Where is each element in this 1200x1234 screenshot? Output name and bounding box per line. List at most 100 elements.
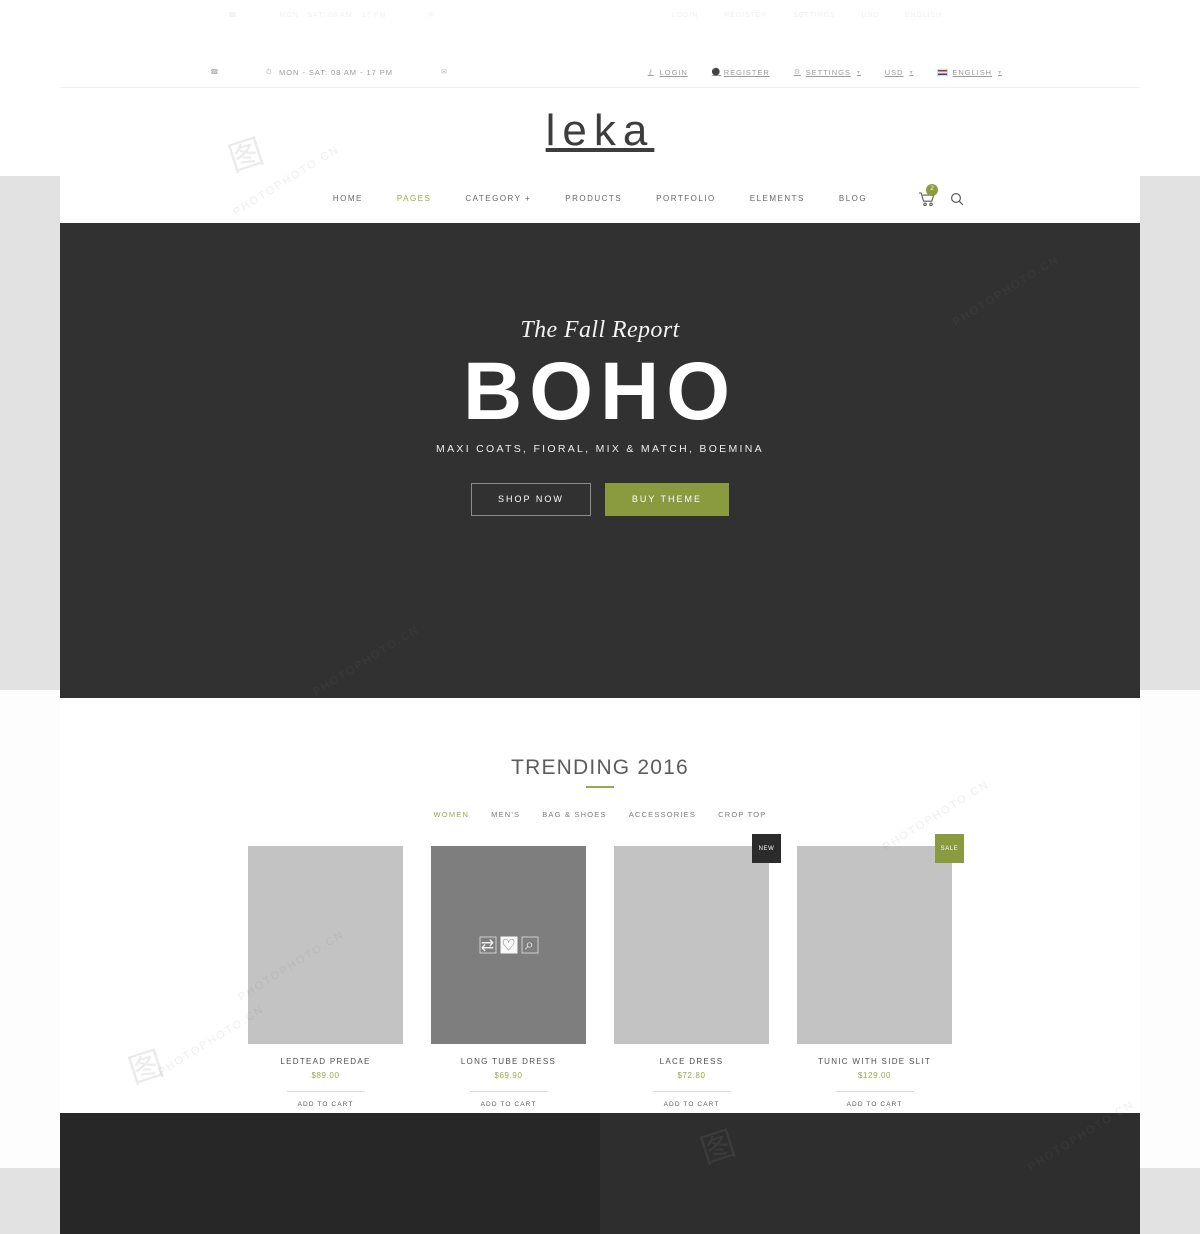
hero-cta-group: SHOP NOW BUY THEME (470, 482, 730, 516)
product-filter-tabs: WOMEN MEN'S BAG & SHOES ACCESSORIES CROP… (60, 810, 1140, 819)
title-underline (586, 786, 614, 788)
currency-label: USD (884, 68, 904, 77)
product-card[interactable]: LEDTEAD PREDAE $89.00 ADD TO CART (248, 846, 403, 1127)
product-thumbnail[interactable] (797, 846, 952, 1044)
product-name: LEDTEAD PREDAE (280, 1057, 371, 1066)
nav-item-elements[interactable]: ELEMENTS (733, 194, 822, 203)
search-icon[interactable]: ⌕ (521, 936, 538, 954)
register-link[interactable]: ⚫ REGISTER (712, 68, 770, 77)
product-hover-actions: ⇄ ♡ ⌕ (479, 936, 538, 954)
key-icon: ⚷ (647, 68, 654, 76)
flag-icon (937, 69, 949, 76)
product-card[interactable]: ⇄ ♡ ⌕ LONG TUBE DRESS $69.90 ADD TO CART (431, 846, 586, 1127)
nav-item-category[interactable]: CATEGORY + (448, 194, 548, 203)
topbar-links-group: ⚷ LOGIN ⚫ REGISTER ⚙ SETTINGS ▾ USD ▾ EN… (648, 68, 1002, 77)
product-price: $72.80 (677, 1071, 706, 1080)
hours-info: ⏱ MON - SAT: 08 AM - 17 PM (266, 68, 393, 77)
shop-now-button[interactable]: SHOP NOW (470, 482, 591, 516)
compare-icon[interactable]: ⇄ (479, 936, 496, 954)
search-button[interactable] (950, 192, 964, 206)
divider (652, 1091, 731, 1092)
logo-row: leka (60, 88, 1140, 174)
left-gutter-band-light (0, 690, 62, 1168)
hero-title: BOHO (463, 346, 737, 437)
nav-item-pages[interactable]: PAGES (380, 194, 448, 203)
main-navigation-row: HOME PAGES CATEGORY + PRODUCTS PORTFOLIO… (60, 174, 1140, 223)
filter-women[interactable]: WOMEN (423, 810, 481, 819)
right-gutter-band-lower (1140, 1168, 1200, 1234)
nav-item-blog[interactable]: BLOG (822, 194, 884, 203)
settings-dropdown[interactable]: ⚙ SETTINGS ▾ (794, 68, 861, 77)
product-grid: LEDTEAD PREDAE $89.00 ADD TO CART ⇄ ♡ ⌕ (60, 834, 1140, 1127)
hero-banner: The Fall Report BOHO MAXI COATS, FIORAL,… (60, 223, 1140, 698)
buy-theme-button[interactable]: BUY THEME (604, 482, 730, 516)
phone-icon: ☎ (210, 68, 220, 76)
nav-item-products[interactable]: PRODUCTS (548, 194, 639, 203)
chevron-down-icon: ▾ (856, 70, 861, 76)
login-link[interactable]: ⚷ LOGIN (648, 68, 688, 77)
add-to-cart-button[interactable]: ADD TO CART (614, 1101, 769, 1108)
trending-section: TRENDING 2016 WOMEN MEN'S BAG & SHOES AC… (60, 698, 1140, 1127)
search-icon (950, 192, 964, 205)
gear-icon: ⚙ (793, 68, 801, 76)
phone-info[interactable]: ☎ (210, 68, 220, 77)
product-thumbnail[interactable] (614, 846, 769, 1044)
product-info: TUNIC WITH SIDE SLIT $129.00 ADD TO CART (797, 1044, 952, 1118)
product-price: $129.00 (857, 1071, 892, 1080)
settings-label: SETTINGS (805, 68, 851, 77)
divider (469, 1091, 548, 1092)
product-info: LACE DRESS $72.80 ADD TO CART (614, 1044, 769, 1118)
filter-accessories[interactable]: ACCESSORIES (618, 810, 707, 819)
cart-count-badge: 2 (926, 183, 938, 196)
product-name: TUNIC WITH SIDE SLIT (817, 1057, 932, 1066)
divider (835, 1091, 914, 1092)
product-card[interactable]: SALE TUNIC WITH SIDE SLIT $129.00 ADD TO… (797, 834, 964, 1127)
filter-crop-top[interactable]: CROP TOP (707, 810, 777, 819)
cart-button[interactable]: 2 (918, 183, 938, 208)
main-navigation: HOME PAGES CATEGORY + PRODUCTS PORTFOLIO… (316, 194, 884, 203)
hero-subtitle: MAXI COATS, FIORAL, MIX & MATCH, BOEMINA (436, 442, 764, 455)
product-card[interactable]: NEW LACE DRESS $72.80 ADD TO CART (614, 834, 781, 1127)
user-icon: ⚫ (711, 68, 722, 76)
product-info: LONG TUBE DRESS $69.90 ADD TO CART (431, 1044, 586, 1118)
product-price: $89.00 (311, 1071, 340, 1080)
clock-icon: ⏱ (266, 68, 273, 76)
section-title: TRENDING 2016 (511, 756, 689, 779)
product-name: LONG TUBE DRESS (460, 1057, 557, 1066)
nav-item-portfolio[interactable]: PORTFOLIO (639, 194, 733, 203)
site-page: ☎ ⏱ MON - SAT: 08 AM - 17 PM ✉ ⚷ LOGIN ⚫… (60, 58, 1140, 1234)
login-label: LOGIN (659, 68, 688, 77)
filter-mens[interactable]: MEN'S (480, 810, 531, 819)
status-badge-sale: SALE (935, 834, 964, 863)
topbar-info-group: ☎ ⏱ MON - SAT: 08 AM - 17 PM ✉ (210, 68, 449, 77)
nav-item-home[interactable]: HOME (316, 194, 380, 203)
email-info[interactable]: ✉ (441, 69, 449, 77)
add-to-cart-button[interactable]: ADD TO CART (248, 1101, 403, 1108)
hero-eyebrow: The Fall Report (520, 317, 680, 343)
chevron-down-icon: ▾ (909, 70, 914, 76)
currency-dropdown[interactable]: USD ▾ (885, 68, 914, 77)
footer-column-left (60, 1113, 600, 1234)
add-to-cart-button[interactable]: ADD TO CART (431, 1101, 586, 1108)
envelope-icon: ✉ (440, 68, 448, 76)
product-thumbnail[interactable]: ⇄ ♡ ⌕ (431, 846, 586, 1044)
add-to-cart-button[interactable]: ADD TO CART (797, 1101, 952, 1108)
product-price: $69.90 (494, 1071, 523, 1080)
site-logo[interactable]: leka (546, 109, 655, 153)
hours-label: MON - SAT: 08 AM - 17 PM (279, 68, 393, 77)
register-label: REGISTER (723, 68, 770, 77)
footer-section (60, 1113, 1140, 1234)
left-gutter-band-lower (0, 1168, 62, 1234)
heart-icon[interactable]: ♡ (500, 936, 517, 954)
language-label: ENGLISH (952, 68, 993, 77)
footer-column-right (600, 1113, 1140, 1234)
product-thumbnail[interactable] (248, 846, 403, 1044)
product-name: LACE DRESS (659, 1057, 724, 1066)
language-dropdown[interactable]: ENGLISH ▾ (937, 68, 1002, 77)
right-gutter-band-light (1140, 690, 1200, 1168)
divider (286, 1091, 365, 1092)
product-info: LEDTEAD PREDAE $89.00 ADD TO CART (248, 1044, 403, 1118)
utility-topbar: ☎ ⏱ MON - SAT: 08 AM - 17 PM ✉ ⚷ LOGIN ⚫… (60, 58, 1140, 88)
filter-bag-shoes[interactable]: BAG & SHOES (531, 810, 617, 819)
status-badge-new: NEW (752, 834, 781, 863)
